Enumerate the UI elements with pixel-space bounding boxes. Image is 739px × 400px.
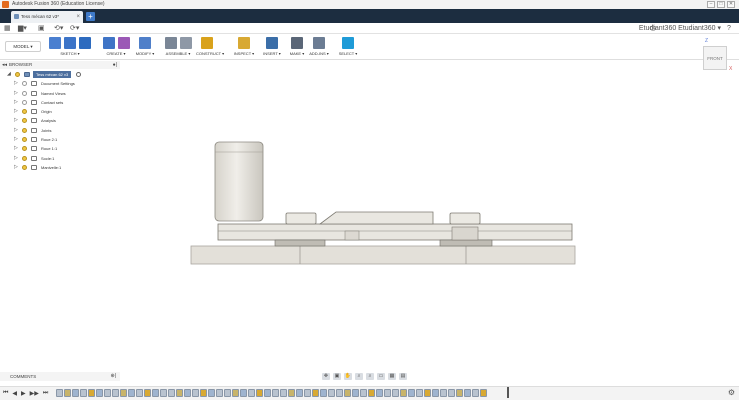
timeline-feature-icon[interactable] xyxy=(112,389,119,397)
timeline-feature-icon[interactable] xyxy=(312,389,319,397)
timeline-feature-icon[interactable] xyxy=(192,389,199,397)
timeline-feature-icon[interactable] xyxy=(304,389,311,397)
zoom-icon[interactable]: ⌕ xyxy=(355,373,363,380)
timeline-feature-icon[interactable] xyxy=(384,389,391,397)
comments-panel[interactable]: COMMENTS ⊕| xyxy=(0,372,120,381)
display-settings-icon[interactable]: ▭ xyxy=(377,373,385,380)
viewports-icon[interactable]: ▤ xyxy=(399,373,407,380)
look-at-icon[interactable]: ▣ xyxy=(333,373,341,380)
timeline-feature-icon[interactable] xyxy=(368,389,375,397)
timeline-feature-icon[interactable] xyxy=(72,389,79,397)
main-bar xyxy=(217,223,573,241)
timeline-feature-icon[interactable] xyxy=(224,389,231,397)
timeline-feature-icon[interactable] xyxy=(64,389,71,397)
timeline-feature-icon[interactable] xyxy=(440,389,447,397)
timeline-feature-icon[interactable] xyxy=(240,389,247,397)
timeline-feature-icon[interactable] xyxy=(288,389,295,397)
timeline-feature-icon[interactable] xyxy=(424,389,431,397)
timeline-feature-icon[interactable] xyxy=(56,389,63,397)
timeline-feature-icon[interactable] xyxy=(80,389,87,397)
grid-settings-icon[interactable]: ▦ xyxy=(388,373,396,380)
timeline-feature-icon[interactable] xyxy=(96,389,103,397)
base-plate xyxy=(190,245,576,265)
add-comment-icon[interactable]: ⊕| xyxy=(111,372,117,381)
timeline-settings-icon[interactable]: ⚙ xyxy=(728,388,735,397)
timeline-feature-icon[interactable] xyxy=(344,389,351,397)
pin-block-left xyxy=(285,212,317,225)
timeline-start-icon[interactable]: ⏮ xyxy=(3,390,8,397)
timeline-feature-icon[interactable] xyxy=(472,389,479,397)
crank-cylinder xyxy=(214,141,264,222)
timeline-feature-icon[interactable] xyxy=(448,389,455,397)
timeline-feature-icon[interactable] xyxy=(208,389,215,397)
navigation-bar: ✥ ▣ ✋ ⌕ ⌕ ▭ ▦ ▤ xyxy=(322,372,407,381)
timeline-feature-icon[interactable] xyxy=(216,389,223,397)
timeline-feature-icon[interactable] xyxy=(232,389,239,397)
timeline-feature-icon[interactable] xyxy=(136,389,143,397)
ramp-link xyxy=(318,211,434,225)
timeline-feature-icon[interactable] xyxy=(160,389,167,397)
timeline-feature-icon[interactable] xyxy=(432,389,439,397)
timeline-feature-icon[interactable] xyxy=(328,389,335,397)
timeline-feature-icon[interactable] xyxy=(88,389,95,397)
timeline-feature-icon[interactable] xyxy=(264,389,271,397)
timeline-feature-icon[interactable] xyxy=(360,389,367,397)
wheel-right xyxy=(439,239,493,247)
pan-icon[interactable]: ✋ xyxy=(344,373,352,380)
timeline-feature-icon[interactable] xyxy=(296,389,303,397)
canvas-model[interactable] xyxy=(0,0,739,400)
timeline-end-icon[interactable]: ⏭ xyxy=(43,390,48,397)
timeline-feature-icon[interactable] xyxy=(280,389,287,397)
timeline: ⏮ ◀ ▶ ▶▶ ⏭ ⚙ xyxy=(0,386,739,400)
timeline-feature-icon[interactable] xyxy=(200,389,207,397)
pin-block-right xyxy=(449,212,481,225)
fit-icon[interactable]: ⌕ xyxy=(366,373,374,380)
timeline-feature-icon[interactable] xyxy=(120,389,127,397)
timeline-feature-icon[interactable] xyxy=(128,389,135,397)
timeline-feature-icon[interactable] xyxy=(272,389,279,397)
timeline-play-icon[interactable]: ▶ xyxy=(21,390,26,397)
timeline-feature-icon[interactable] xyxy=(352,389,359,397)
timeline-feature-icon[interactable] xyxy=(168,389,175,397)
timeline-feature-icon[interactable] xyxy=(152,389,159,397)
timeline-feature-icon[interactable] xyxy=(480,389,487,397)
orbit-icon[interactable]: ✥ xyxy=(322,373,330,380)
timeline-feature-icon[interactable] xyxy=(248,389,255,397)
timeline-feature-icon[interactable] xyxy=(256,389,263,397)
comments-title: COMMENTS xyxy=(10,374,37,379)
timeline-feature-icon[interactable] xyxy=(400,389,407,397)
timeline-forward-icon[interactable]: ▶▶ xyxy=(30,390,39,397)
timeline-feature-icon[interactable] xyxy=(184,389,191,397)
timeline-feature-icon[interactable] xyxy=(408,389,415,397)
timeline-feature-icon[interactable] xyxy=(376,389,383,397)
timeline-back-icon[interactable]: ◀ xyxy=(12,390,17,397)
timeline-marker[interactable] xyxy=(507,387,509,398)
timeline-feature-icon[interactable] xyxy=(336,389,343,397)
timeline-feature-icon[interactable] xyxy=(104,389,111,397)
timeline-feature-icon[interactable] xyxy=(320,389,327,397)
timeline-feature-icon[interactable] xyxy=(144,389,151,397)
timeline-feature-icon[interactable] xyxy=(456,389,463,397)
timeline-feature-icon[interactable] xyxy=(464,389,471,397)
wheel-left xyxy=(274,239,326,247)
timeline-feature-icon[interactable] xyxy=(392,389,399,397)
timeline-feature-icon[interactable] xyxy=(176,389,183,397)
timeline-feature-icon[interactable] xyxy=(416,389,423,397)
